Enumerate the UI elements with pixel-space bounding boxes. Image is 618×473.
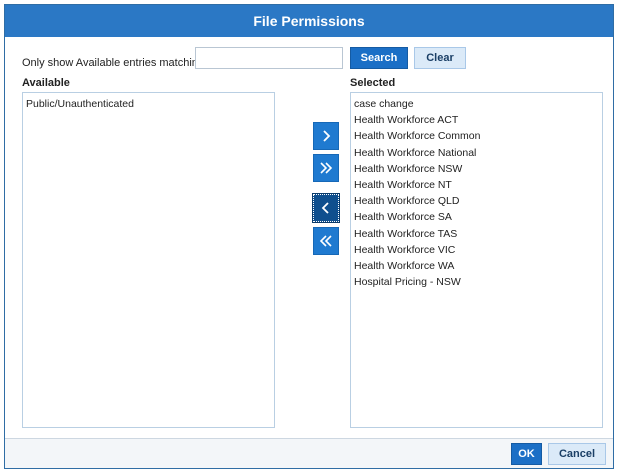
list-item[interactable]: Health Workforce NT (354, 177, 599, 193)
selected-heading: Selected (350, 77, 396, 89)
double-chevron-left-icon (319, 235, 332, 247)
move-right-button[interactable] (313, 122, 339, 150)
move-left-button[interactable] (312, 193, 340, 223)
search-button[interactable]: Search (350, 47, 408, 69)
filter-input[interactable] (195, 47, 343, 69)
selected-list[interactable]: case change Health Workforce ACT Health … (350, 92, 603, 428)
filter-label: Only show Available entries matching: (22, 57, 208, 69)
list-item[interactable]: Hospital Pricing - NSW (354, 274, 599, 290)
list-item[interactable]: Health Workforce SA (354, 209, 599, 225)
list-item[interactable]: Health Workforce ACT (354, 112, 599, 128)
list-item[interactable]: case change (354, 96, 599, 112)
chevron-left-icon (321, 202, 329, 214)
list-item[interactable]: Public/Unauthenticated (26, 96, 271, 112)
list-item[interactable]: Health Workforce NSW (354, 161, 599, 177)
list-item[interactable]: Health Workforce National (354, 145, 599, 161)
move-all-right-button[interactable] (313, 154, 339, 182)
cancel-button[interactable]: Cancel (548, 443, 606, 465)
double-chevron-right-icon (320, 162, 333, 174)
available-heading: Available (22, 77, 70, 89)
list-item[interactable]: Health Workforce TAS (354, 226, 599, 242)
clear-button[interactable]: Clear (414, 47, 466, 69)
chevron-right-icon (323, 130, 331, 142)
ok-button[interactable]: OK (511, 443, 542, 465)
list-item[interactable]: Health Workforce QLD (354, 193, 599, 209)
move-all-left-button[interactable] (313, 227, 339, 255)
dialog-title: File Permissions (5, 5, 613, 37)
list-item[interactable]: Health Workforce VIC (354, 242, 599, 258)
list-item[interactable]: Health Workforce WA (354, 258, 599, 274)
available-list[interactable]: Public/Unauthenticated (22, 92, 275, 428)
list-item[interactable]: Health Workforce Common (354, 128, 599, 144)
